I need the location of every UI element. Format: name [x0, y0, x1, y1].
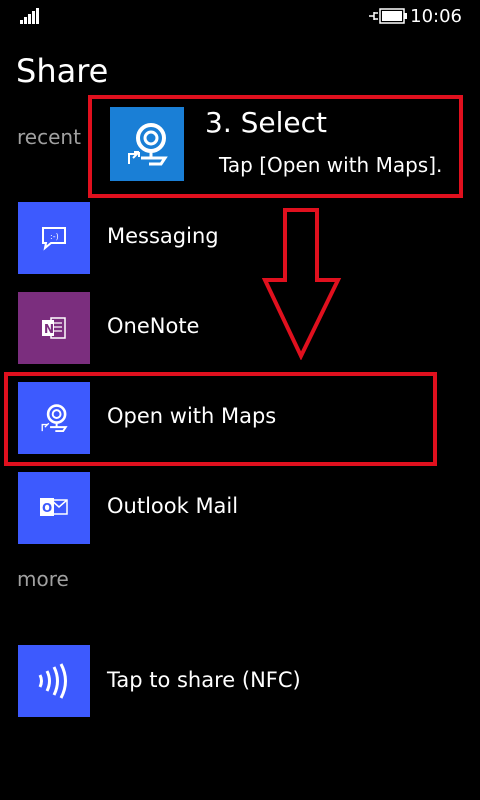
list-item-label[interactable]: OneNote: [107, 314, 199, 338]
status-bar: 10:06: [0, 0, 480, 32]
messaging-tile[interactable]: :-): [18, 202, 90, 274]
open-with-maps-tile[interactable]: [18, 382, 90, 454]
down-arrow-icon: [262, 208, 342, 360]
outlook-mail-tile[interactable]: O: [18, 472, 90, 544]
callout-maps-tile: [110, 107, 184, 181]
svg-text:N: N: [44, 322, 54, 336]
battery-charging-icon: [369, 8, 407, 24]
nfc-icon: [38, 663, 67, 699]
onenote-icon: N: [42, 317, 66, 339]
list-item-label[interactable]: Messaging: [107, 224, 219, 248]
callout-title: 3. Select: [205, 106, 327, 139]
nfc-tile[interactable]: [18, 645, 90, 717]
clock: 10:06: [410, 6, 462, 27]
list-item-label[interactable]: Tap to share (NFC): [107, 668, 301, 692]
onenote-tile[interactable]: N: [18, 292, 90, 364]
maps-icon: [128, 123, 168, 166]
svg-text:O: O: [42, 501, 52, 515]
messaging-icon: :-): [42, 227, 66, 251]
outlook-mail-icon: O: [40, 498, 68, 516]
callout-text: Tap [Open with Maps].: [219, 153, 443, 177]
signal-strength-icon: [20, 8, 42, 24]
list-item-label[interactable]: Open with Maps: [107, 404, 276, 428]
section-label-more: more: [17, 567, 69, 591]
svg-text::-): :-): [50, 232, 59, 241]
maps-icon: [41, 404, 68, 433]
page-title: Share: [16, 52, 109, 90]
list-item-label[interactable]: Outlook Mail: [107, 494, 238, 518]
section-label-recent: recent: [17, 125, 81, 149]
